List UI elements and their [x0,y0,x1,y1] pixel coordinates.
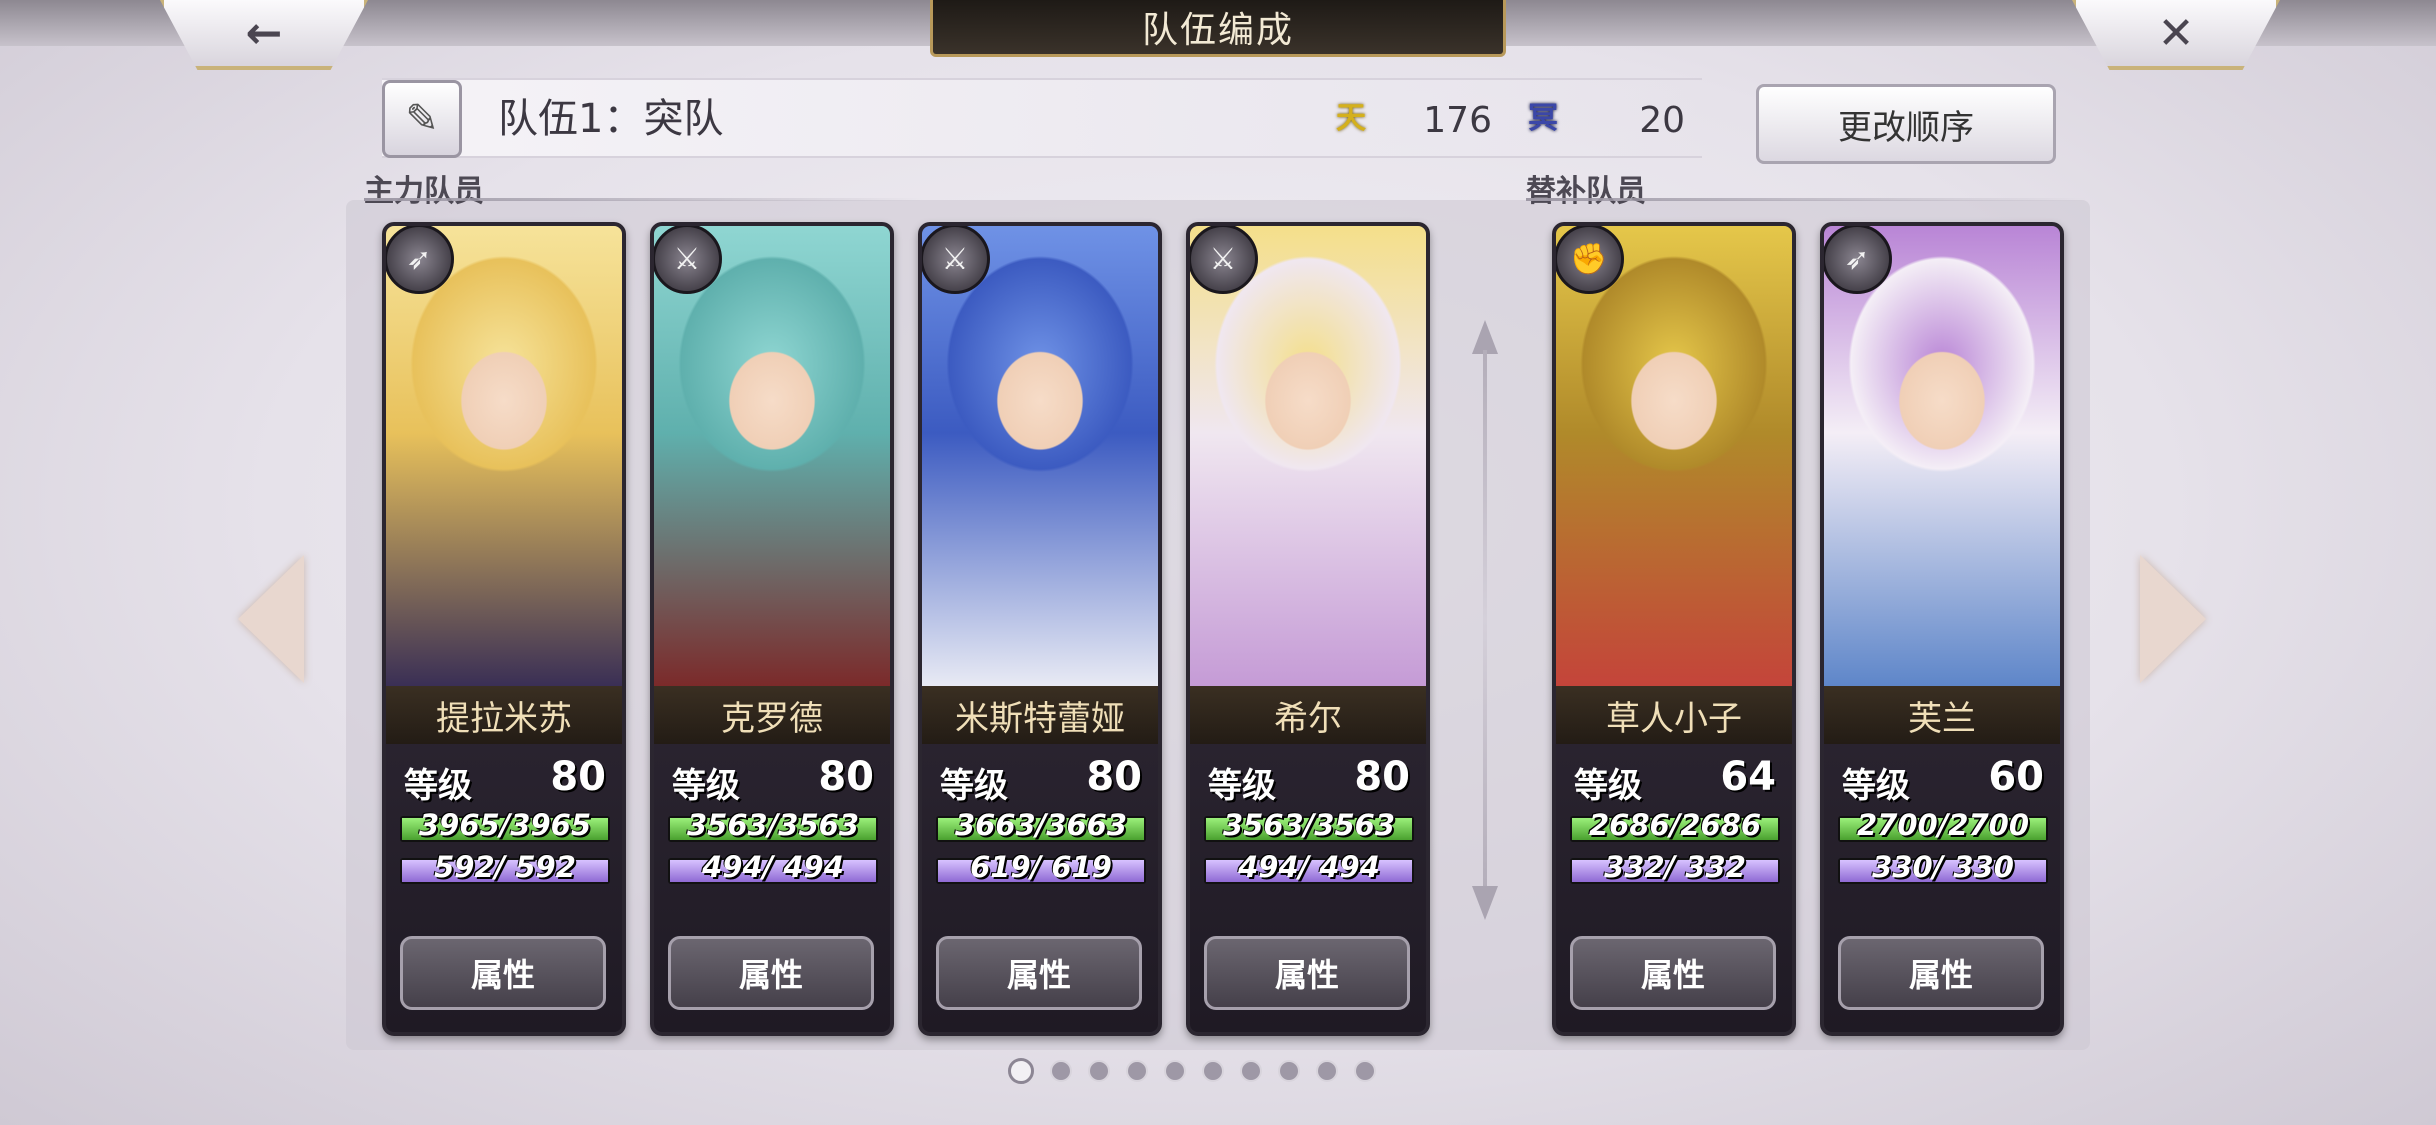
spear-icon: ➶ [1824,226,1892,294]
team-pager [1008,1058,1428,1084]
mp-bar: 619/ 619 [936,850,1146,884]
crossbow-icon: ⚔ [654,226,722,294]
character-portrait [386,226,622,686]
pen-icon: ✎ [405,96,439,142]
hp-bar: 2700/2700 [1838,808,2048,842]
prev-team-arrow[interactable] [238,555,304,683]
mp-value: 332/ 332 [1604,850,1746,884]
hp-value: 3965/3965 [418,808,592,842]
character-portrait [1556,226,1792,686]
member-card[interactable]: ⚔ 希尔 等级 80 3563/3563 494/ 494 属性 [1186,222,1430,1036]
page-title: 队伍编成 [930,0,1506,57]
back-arrow-icon: ← [245,7,283,59]
character-name: 克罗德 [654,686,890,744]
pager-dot[interactable] [1354,1060,1376,1082]
team-name: 队伍1：突队 [498,96,724,142]
pager-dot[interactable] [1088,1060,1110,1082]
mp-value: 619/ 619 [970,850,1112,884]
mp-bar: 494/ 494 [1204,850,1414,884]
hp-value: 2700/2700 [1856,808,2030,842]
crossbow-icon: ⚔ [922,226,990,294]
member-card[interactable]: ⚔ 米斯特蕾娅 等级 80 3663/3663 619/ 619 属性 [918,222,1162,1036]
attributes-button[interactable]: 属性 [668,936,874,1010]
level-value: 80 [1354,754,1410,800]
underworld-value: 20 [1639,100,1685,141]
mp-bar: 592/ 592 [400,850,610,884]
attributes-button[interactable]: 属性 [400,936,606,1010]
close-icon: ✕ [2157,7,2195,59]
level-label: 等级 [1208,766,1276,806]
pager-dot[interactable] [1316,1060,1338,1082]
mp-value: 592/ 592 [434,850,576,884]
member-card[interactable]: ➶ 提拉米苏 等级 80 3965/3965 592/ 592 属性 [382,222,626,1036]
back-button[interactable]: ← [160,0,368,70]
character-name: 希尔 [1190,686,1426,744]
hp-bar: 3563/3563 [1204,808,1414,842]
hp-value: 3563/3563 [1222,808,1396,842]
pager-dot[interactable] [1050,1060,1072,1082]
crossbow-icon: ⚔ [1190,226,1258,294]
pager-dot[interactable] [1278,1060,1300,1082]
close-button[interactable]: ✕ [2072,0,2280,70]
pager-dot[interactable] [1164,1060,1186,1082]
edit-team-name-button[interactable]: ✎ [382,80,462,158]
sub-members-label: 替补队员 [1526,174,1646,209]
character-name: 芙兰 [1824,686,2060,744]
attributes-button[interactable]: 属性 [1204,936,1410,1010]
mp-value: 494/ 494 [702,850,844,884]
main-members-label: 主力队员 [364,174,484,209]
heaven-attribute-icon: 天 [1336,101,1366,136]
character-portrait [922,226,1158,686]
hp-value: 2686/2686 [1588,808,1762,842]
character-name: 提拉米苏 [386,686,622,744]
hp-bar: 3663/3663 [936,808,1146,842]
level-value: 64 [1720,754,1776,800]
mp-value: 330/ 330 [1872,850,2014,884]
attributes-button[interactable]: 属性 [936,936,1142,1010]
member-card[interactable]: ⚔ 克罗德 等级 80 3563/3563 494/ 494 属性 [650,222,894,1036]
level-label: 等级 [672,766,740,806]
character-name: 草人小子 [1556,686,1792,744]
pager-dot[interactable] [1202,1060,1224,1082]
heaven-value: 176 [1423,100,1492,141]
level-value: 80 [818,754,874,800]
fist-icon: ✊ [1556,226,1624,294]
member-card[interactable]: ➶ 芙兰 等级 60 2700/2700 330/ 330 属性 [1820,222,2064,1036]
pager-dot[interactable] [1008,1058,1034,1084]
level-value: 80 [1086,754,1142,800]
mp-bar: 494/ 494 [668,850,878,884]
character-portrait [1824,226,2060,686]
member-card[interactable]: ✊ 草人小子 等级 64 2686/2686 332/ 332 属性 [1552,222,1796,1036]
mp-bar: 332/ 332 [1570,850,1780,884]
mp-value: 494/ 494 [1238,850,1380,884]
hp-value: 3563/3563 [686,808,860,842]
level-label: 等级 [404,766,472,806]
level-label: 等级 [940,766,1008,806]
character-portrait [1190,226,1426,686]
main-label-underline [364,198,924,201]
character-name: 米斯特蕾娅 [922,686,1158,744]
hp-bar: 3965/3965 [400,808,610,842]
level-value: 60 [1988,754,2044,800]
underworld-attribute-icon: 冥 [1528,101,1558,136]
sub-label-underline [1526,198,2086,201]
spear-icon: ➶ [386,226,454,294]
next-team-arrow[interactable] [2140,555,2206,683]
level-label: 等级 [1842,766,1910,806]
reorder-button[interactable]: 更改顺序 [1756,84,2056,164]
attributes-button[interactable]: 属性 [1570,936,1776,1010]
level-label: 等级 [1574,766,1642,806]
hp-bar: 2686/2686 [1570,808,1780,842]
level-value: 80 [550,754,606,800]
main-sub-divider [1472,320,1498,920]
pager-dot[interactable] [1240,1060,1262,1082]
hp-bar: 3563/3563 [668,808,878,842]
character-portrait [654,226,890,686]
attributes-button[interactable]: 属性 [1838,936,2044,1010]
mp-bar: 330/ 330 [1838,850,2048,884]
pager-dot[interactable] [1126,1060,1148,1082]
hp-value: 3663/3663 [954,808,1128,842]
